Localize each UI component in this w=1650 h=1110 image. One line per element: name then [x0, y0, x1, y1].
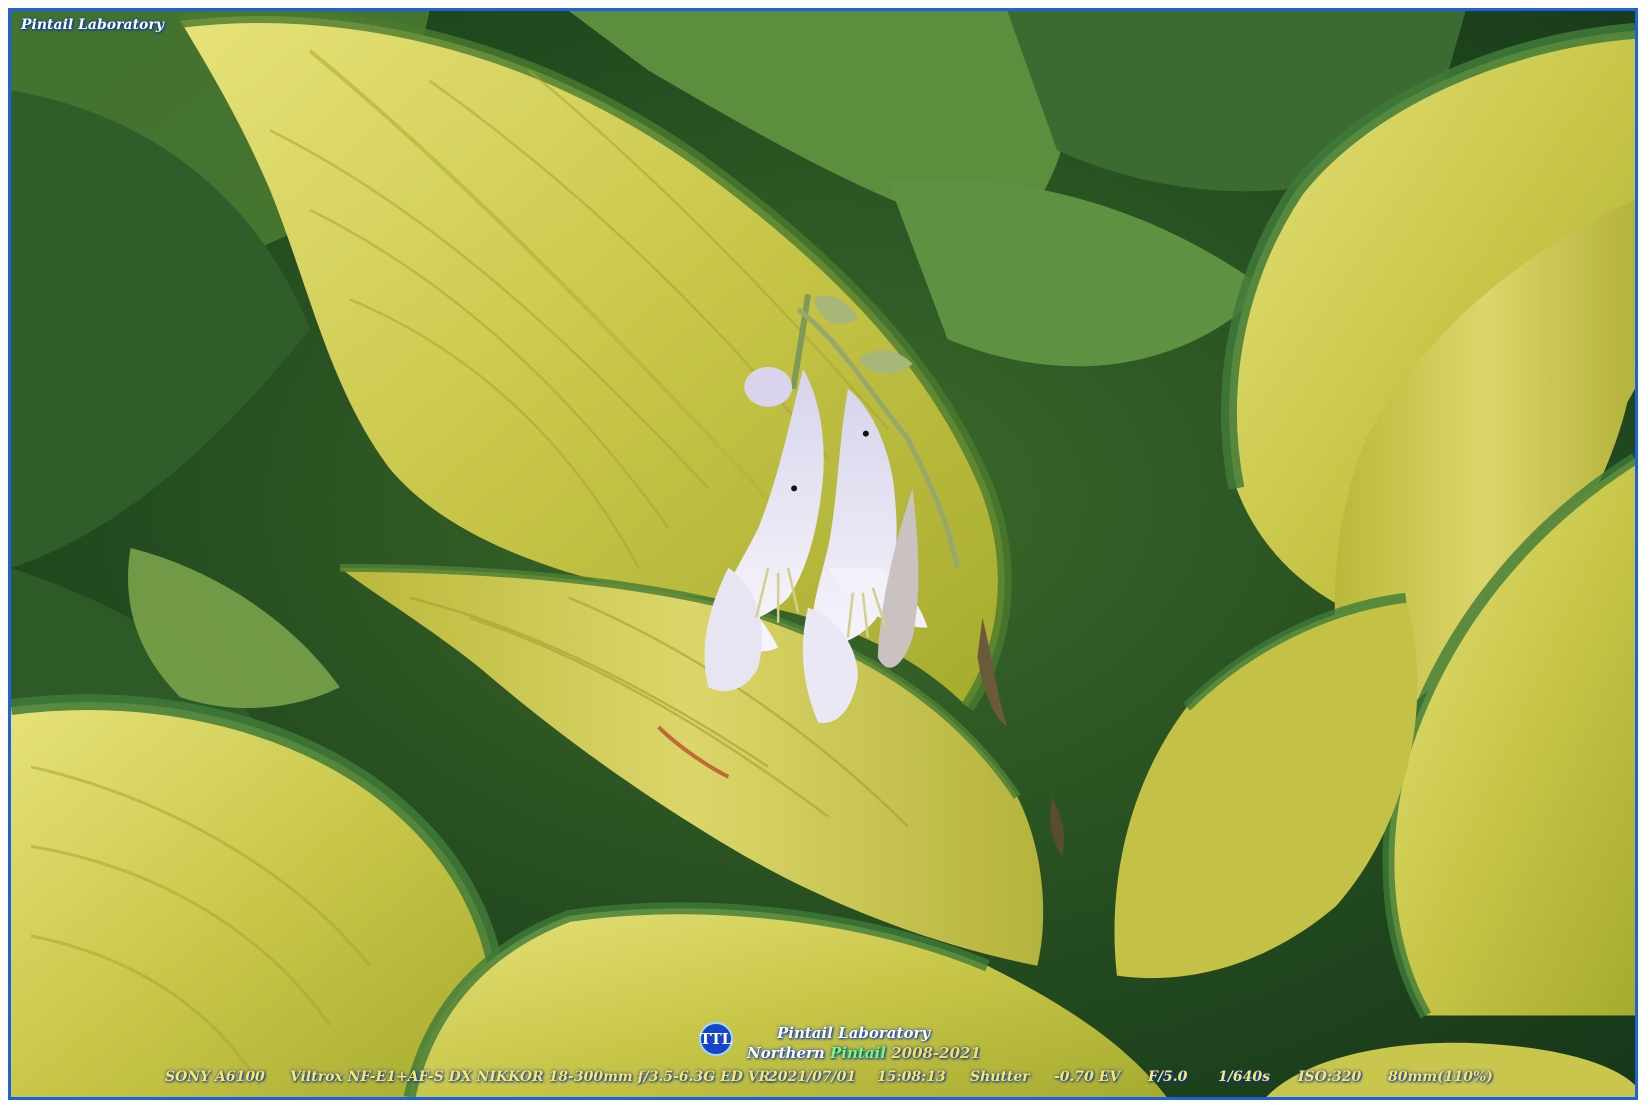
watermark-top-left: Pintail Laboratory: [21, 17, 164, 33]
watermark-brand-line2: Northern Pintail 2008-2021: [747, 1044, 981, 1062]
exif-ev: -0.70 EV: [1054, 1069, 1121, 1085]
hosta-photo: [11, 11, 1635, 1097]
brand-logo-icon: TTL: [699, 1022, 733, 1056]
exif-lens: Viltrox NF-E1+AF-S DX NIKKOR 18-300mm f/…: [290, 1069, 771, 1085]
exif-shutter: 1/640s: [1218, 1069, 1270, 1085]
exif-mode: Shutter: [970, 1069, 1030, 1085]
brand-northern: Northern: [747, 1044, 831, 1062]
exif-iso: ISO:320: [1298, 1069, 1362, 1085]
exif-camera: SONY A6100: [165, 1069, 265, 1085]
photo-frame: Pintail Laboratory: [8, 8, 1638, 1100]
exif-time: 15:08:13: [877, 1069, 946, 1085]
logo-text: TTL: [699, 1030, 733, 1048]
exif-aperture: F/5.0: [1148, 1069, 1188, 1085]
exif-focal: 80mm(110%): [1388, 1069, 1493, 1085]
brand-years: 2008-2021: [885, 1044, 981, 1062]
exif-bar: SONY A6100 Viltrox NF-E1+AF-S DX NIKKOR …: [0, 1069, 1650, 1091]
brand-pintail: Pintail: [830, 1044, 886, 1062]
watermark-brand-line1: Pintail Laboratory: [777, 1024, 931, 1042]
exif-date: 2021/07/01: [768, 1069, 857, 1085]
